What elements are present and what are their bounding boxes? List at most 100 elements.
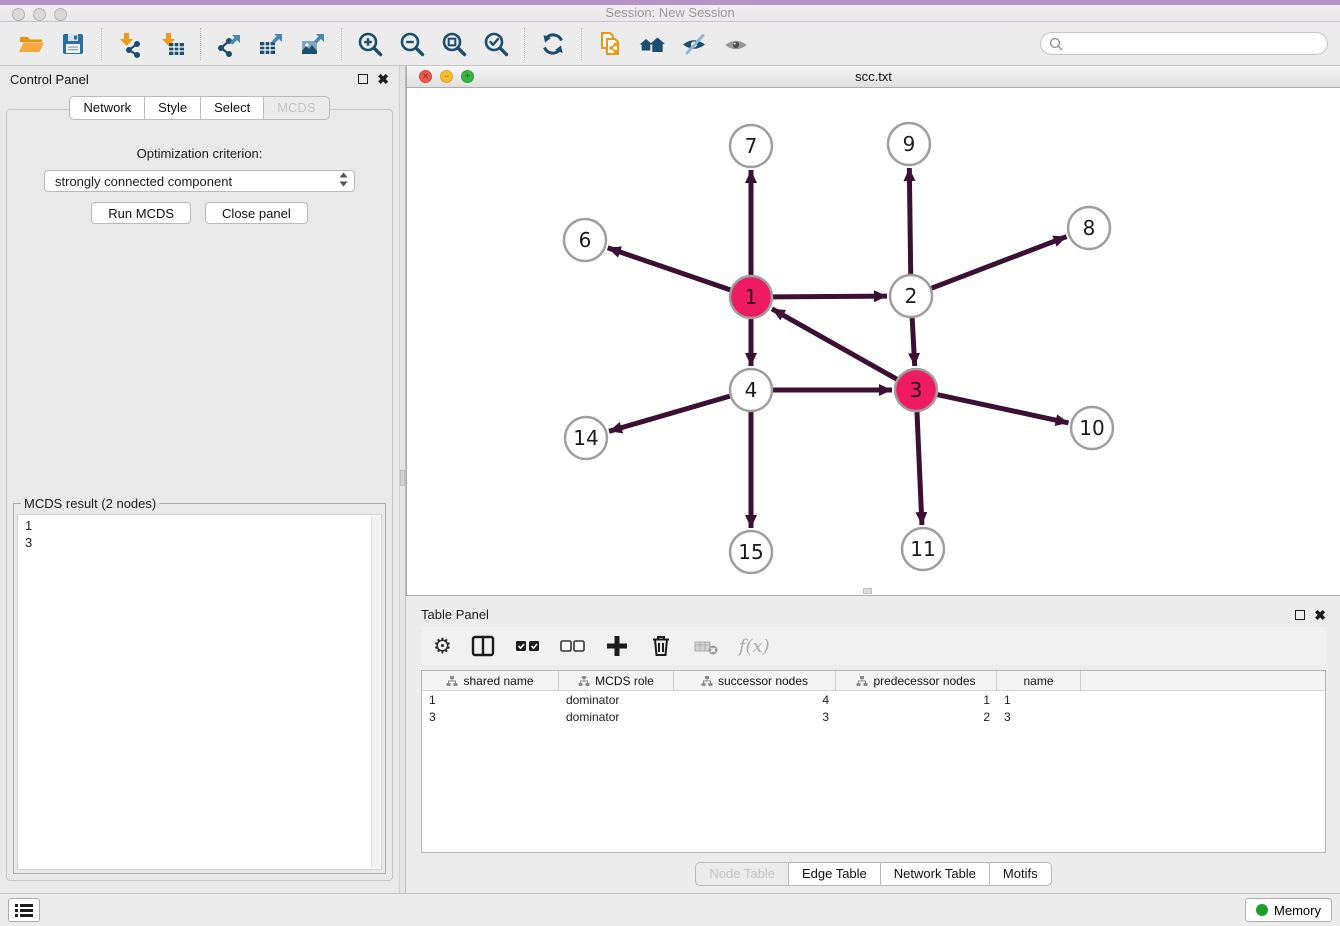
zoom-out-button[interactable] xyxy=(391,25,433,63)
show-panel-button[interactable] xyxy=(715,25,757,63)
canvas-scroll-handle[interactable] xyxy=(863,588,872,594)
column-type-icon xyxy=(856,675,868,687)
node-label-2: 2 xyxy=(905,284,918,308)
network-window-titlebar: ✕ − + scc.txt xyxy=(407,66,1340,88)
delete-column-button[interactable] xyxy=(647,631,675,661)
cell-MCDS-role[interactable]: dominator xyxy=(559,693,674,707)
node-label-10: 10 xyxy=(1079,416,1104,440)
open-session-button[interactable] xyxy=(10,25,52,63)
edge-3-11[interactable] xyxy=(917,412,922,525)
mcds-result-list[interactable]: 13 xyxy=(17,514,382,870)
hide-panel-button[interactable] xyxy=(673,25,715,63)
close-panel-icon[interactable]: ✖ xyxy=(377,74,389,84)
close-panel-button[interactable]: Close panel xyxy=(205,202,308,224)
result-line: 3 xyxy=(25,534,367,551)
tab-node-table[interactable]: Node Table xyxy=(695,862,789,886)
network-close-button[interactable]: ✕ xyxy=(419,70,432,83)
column-header-name[interactable]: name xyxy=(997,671,1081,690)
column-header-predecessor-nodes[interactable]: predecessor nodes xyxy=(836,671,997,690)
save-session-button[interactable] xyxy=(52,25,94,63)
task-history-button[interactable] xyxy=(8,898,40,922)
copy-network-button[interactable] xyxy=(589,25,631,63)
float-panel-icon[interactable] xyxy=(358,74,368,84)
table-row[interactable]: 3dominator323 xyxy=(422,708,1325,725)
column-header-MCDS-role[interactable]: MCDS role xyxy=(559,671,674,690)
float-table-panel-icon[interactable] xyxy=(1295,610,1305,620)
export-network-button[interactable] xyxy=(208,25,250,63)
export-image-button[interactable] xyxy=(292,25,334,63)
edge-1-2[interactable] xyxy=(773,296,887,297)
result-line: 1 xyxy=(25,517,367,534)
edge-1-6[interactable] xyxy=(608,248,730,290)
tab-select[interactable]: Select xyxy=(200,96,264,120)
cell-name[interactable]: 1 xyxy=(997,693,1081,707)
edge-2-3[interactable] xyxy=(912,318,915,366)
table-toolbar: ⚙ f(x) xyxy=(421,627,1326,665)
node-label-15: 15 xyxy=(738,540,763,564)
vertical-splitter[interactable] xyxy=(399,66,406,893)
add-column-button[interactable] xyxy=(604,631,630,661)
edge-2-8[interactable] xyxy=(932,237,1067,289)
export-table-button[interactable] xyxy=(250,25,292,63)
split-columns-button[interactable] xyxy=(469,631,497,661)
search-input[interactable] xyxy=(1067,36,1319,51)
refresh-button[interactable] xyxy=(532,25,574,63)
cell-MCDS-role[interactable]: dominator xyxy=(559,710,674,724)
edge-3-10[interactable] xyxy=(938,395,1069,423)
column-header-shared-name[interactable]: shared name xyxy=(422,671,559,690)
result-scrollbar[interactable] xyxy=(371,516,380,868)
cell-successor-nodes[interactable]: 4 xyxy=(674,693,836,707)
toolbar-separator xyxy=(341,28,342,60)
export-table-icon xyxy=(257,30,285,58)
delete-table-button[interactable] xyxy=(692,631,722,661)
zoom-fit-button[interactable] xyxy=(433,25,475,63)
criterion-select-value: strongly connected component xyxy=(55,174,232,189)
memory-button[interactable]: Memory xyxy=(1245,898,1332,922)
run-mcds-button[interactable]: Run MCDS xyxy=(91,202,191,224)
window-zoom-button[interactable] xyxy=(54,8,67,21)
tab-network-table[interactable]: Network Table xyxy=(880,862,990,886)
import-network-button[interactable] xyxy=(109,25,151,63)
zoom-in-button[interactable] xyxy=(349,25,391,63)
tab-style[interactable]: Style xyxy=(144,96,201,120)
cell-name[interactable]: 3 xyxy=(997,710,1081,724)
table-row[interactable]: 1dominator411 xyxy=(422,691,1325,708)
horizontal-splitter[interactable] xyxy=(406,596,1340,602)
cell-shared-name[interactable]: 3 xyxy=(422,710,559,724)
network-minimize-button[interactable]: − xyxy=(440,70,453,83)
tab-mcds[interactable]: MCDS xyxy=(263,96,329,120)
window-minimize-button[interactable] xyxy=(33,8,46,21)
tab-edge-table[interactable]: Edge Table xyxy=(788,862,881,886)
edge-4-14[interactable] xyxy=(609,396,730,431)
tab-network[interactable]: Network xyxy=(69,96,145,120)
column-header-label: shared name xyxy=(463,674,533,688)
tab-motifs[interactable]: Motifs xyxy=(989,862,1052,886)
deselect-all-columns-button[interactable] xyxy=(559,631,587,661)
cell-successor-nodes[interactable]: 3 xyxy=(674,710,836,724)
cell-shared-name[interactable]: 1 xyxy=(422,693,559,707)
edge-3-1[interactable] xyxy=(772,309,897,379)
criterion-select[interactable]: strongly connected component xyxy=(44,170,355,192)
cell-predecessor-nodes[interactable]: 2 xyxy=(836,710,997,724)
import-table-button[interactable] xyxy=(151,25,193,63)
table-panel-title: Table Panel xyxy=(421,607,489,622)
copy-network-icon xyxy=(596,30,624,58)
edge-2-9[interactable] xyxy=(909,168,910,274)
table-settings-button[interactable]: ⚙ xyxy=(433,631,452,661)
function-builder-button[interactable]: f(x) xyxy=(739,631,770,661)
close-table-panel-icon[interactable]: ✖ xyxy=(1314,610,1326,620)
network-view-window: ✕ − + scc.txt 1234678910111415 xyxy=(406,66,1340,596)
window-close-button[interactable] xyxy=(12,8,25,21)
network-maximize-button[interactable]: + xyxy=(461,70,474,83)
split-columns-icon xyxy=(469,632,497,660)
network-canvas[interactable]: 1234678910111415 xyxy=(407,88,1340,595)
zoom-selected-button[interactable] xyxy=(475,25,517,63)
search-field[interactable] xyxy=(1040,32,1328,55)
home-network-button[interactable] xyxy=(631,25,673,63)
optimization-criterion-label: Optimization criterion: xyxy=(7,146,392,161)
select-all-columns-button[interactable] xyxy=(514,631,542,661)
splitter-handle[interactable] xyxy=(400,470,405,486)
column-header-filler xyxy=(1081,671,1325,690)
cell-predecessor-nodes[interactable]: 1 xyxy=(836,693,997,707)
column-header-successor-nodes[interactable]: successor nodes xyxy=(674,671,836,690)
